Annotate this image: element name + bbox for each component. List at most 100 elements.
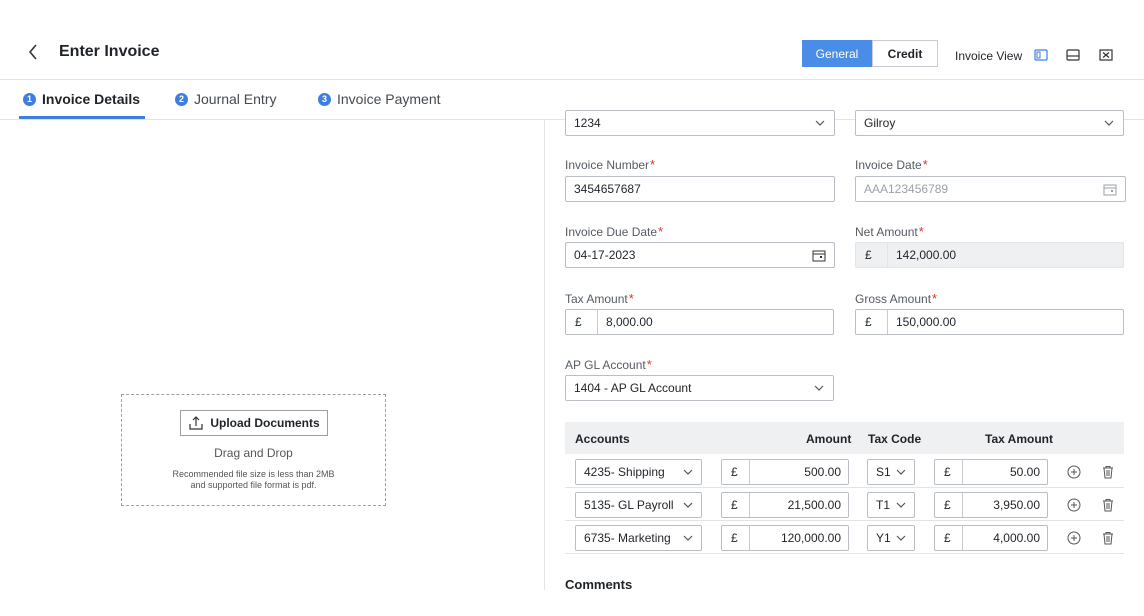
panel-divider (544, 120, 545, 590)
invoice-type-toggle: General Credit (802, 40, 938, 67)
add-circle-icon[interactable] (1067, 498, 1081, 512)
account-select[interactable]: 6735- Marketing (575, 525, 702, 551)
gross-amount-value: 150,000.00 (896, 315, 957, 329)
recommendation-line-2: and supported file format is pdf. (190, 480, 317, 490)
invoice-number-input[interactable]: 3454657687 (565, 176, 835, 202)
tab-invoice-details[interactable]: 1 Invoice Details (23, 91, 140, 107)
tax-amount-row-value: 4,000.00 (993, 531, 1040, 545)
tax-amount-row-input[interactable]: £ 50.00 (934, 459, 1048, 485)
ap-gl-account-label: AP GL Account* (565, 357, 652, 372)
chevron-down-icon (896, 502, 906, 508)
comments-heading: Comments (565, 577, 633, 592)
tax-code-select[interactable]: Y1 (867, 525, 915, 551)
header-tax-code: Tax Code (868, 432, 922, 446)
tax-amount-label: Tax Amount* (565, 291, 634, 306)
tax-code-value: S1 (876, 465, 891, 479)
currency-symbol: £ (722, 460, 750, 484)
tax-amount-row-input[interactable]: £ 3,950.00 (934, 492, 1048, 518)
chevron-left-icon[interactable] (22, 40, 46, 64)
account-value: 4235- Shipping (584, 465, 665, 479)
chevron-down-icon (683, 469, 693, 475)
tab-label: Invoice Payment (337, 91, 441, 107)
chevron-down-icon (896, 535, 906, 541)
currency-symbol: £ (722, 493, 750, 517)
tax-amount-row-input[interactable]: £ 4,000.00 (934, 525, 1048, 551)
recommendation-line-1: Recommended file size is less than 2MB (172, 469, 335, 479)
general-toggle-button[interactable]: General (802, 40, 872, 67)
amount-input[interactable]: £ 120,000.00 (721, 525, 849, 551)
invoice-number-label: Invoice Number* (565, 157, 656, 172)
currency-symbol: £ (856, 310, 888, 334)
ap-gl-account-select[interactable]: 1404 - AP GL Account (565, 375, 834, 401)
currency-symbol: £ (935, 493, 963, 517)
net-amount-input: £ 142,000.00 (855, 242, 1124, 268)
accounts-table-header: Accounts Amount Tax Code Tax Amount (565, 422, 1124, 454)
tax-code-select[interactable]: T1 (867, 492, 915, 518)
net-amount-value: 142,000.00 (896, 248, 957, 262)
tax-amount-input[interactable]: £ 8,000.00 (565, 309, 834, 335)
page-header: Enter Invoice General Credit Invoice Vie… (0, 0, 1144, 80)
location-value: Gilroy (864, 116, 896, 130)
close-box-icon[interactable] (1099, 48, 1113, 62)
step-number: 2 (175, 92, 188, 106)
upload-documents-button[interactable]: Upload Documents (180, 410, 328, 436)
invoice-due-date-value: 04-17-2023 (574, 248, 636, 262)
amount-value: 21,500.00 (787, 498, 841, 512)
horizontal-split-icon[interactable] (1066, 48, 1080, 62)
table-row: 4235- Shipping £ 500.00 S1 £ 50.00 (565, 455, 1124, 488)
invoice-date-input[interactable]: AAA123456789 (855, 176, 1126, 202)
invoice-due-date-label: Invoice Due Date* (565, 224, 664, 239)
header-tax-amount: Tax Amount (985, 432, 1053, 446)
account-select[interactable]: 5135- GL Payroll (575, 492, 702, 518)
trash-icon[interactable] (1101, 531, 1115, 545)
currency-symbol: £ (856, 243, 888, 267)
upload-recommendation: Recommended file size is less than 2MB a… (122, 469, 385, 491)
upload-dropzone[interactable]: Upload Documents Drag and Drop Recommend… (121, 394, 386, 506)
chevron-down-icon (683, 535, 693, 541)
trash-icon[interactable] (1101, 498, 1115, 512)
gross-amount-input[interactable]: £ 150,000.00 (855, 309, 1124, 335)
calendar-icon[interactable] (1103, 183, 1117, 196)
step-number: 3 (318, 92, 331, 106)
currency-symbol: £ (935, 526, 963, 550)
invoice-number-value: 3454657687 (574, 182, 641, 196)
gross-amount-label: Gross Amount* (855, 291, 938, 306)
header-amount: Amount (806, 432, 852, 446)
invoice-date-placeholder: AAA123456789 (864, 182, 949, 196)
vendor-id-select[interactable]: 1234 (565, 110, 835, 136)
amount-input[interactable]: £ 500.00 (721, 459, 849, 485)
calendar-icon[interactable] (812, 249, 826, 262)
chevron-down-icon (896, 469, 906, 475)
account-select[interactable]: 4235- Shipping (575, 459, 702, 485)
header-accounts: Accounts (575, 432, 630, 446)
drag-drop-text: Drag and Drop (214, 446, 293, 460)
chevron-down-icon (815, 120, 825, 126)
amount-input[interactable]: £ 21,500.00 (721, 492, 849, 518)
credit-toggle-button[interactable]: Credit (872, 40, 938, 67)
tab-invoice-payment[interactable]: 3 Invoice Payment (318, 91, 441, 107)
currency-symbol: £ (935, 460, 963, 484)
currency-symbol: £ (566, 310, 598, 334)
table-row: 6735- Marketing £ 120,000.00 Y1 £ 4,000.… (565, 521, 1124, 554)
vendor-id-value: 1234 (574, 116, 601, 130)
tab-journal-entry[interactable]: 2 Journal Entry (175, 91, 276, 107)
upload-icon (189, 416, 203, 430)
location-select[interactable]: Gilroy (855, 110, 1124, 136)
ap-gl-account-value: 1404 - AP GL Account (574, 381, 692, 395)
trash-icon[interactable] (1101, 465, 1115, 479)
active-tab-indicator (19, 116, 145, 119)
chevron-down-icon (814, 385, 824, 391)
invoice-view-label: Invoice View (955, 49, 1023, 63)
split-view-icon[interactable] (1034, 48, 1048, 62)
chevron-down-icon (683, 502, 693, 508)
invoice-date-label: Invoice Date* (855, 157, 928, 172)
step-number: 1 (23, 92, 36, 106)
add-circle-icon[interactable] (1067, 531, 1081, 545)
account-value: 6735- Marketing (584, 531, 671, 545)
net-amount-label: Net Amount* (855, 224, 924, 239)
upload-button-label: Upload Documents (210, 416, 320, 430)
invoice-due-date-input[interactable]: 04-17-2023 (565, 242, 835, 268)
tax-code-select[interactable]: S1 (867, 459, 915, 485)
amount-value: 500.00 (804, 465, 841, 479)
add-circle-icon[interactable] (1067, 465, 1081, 479)
